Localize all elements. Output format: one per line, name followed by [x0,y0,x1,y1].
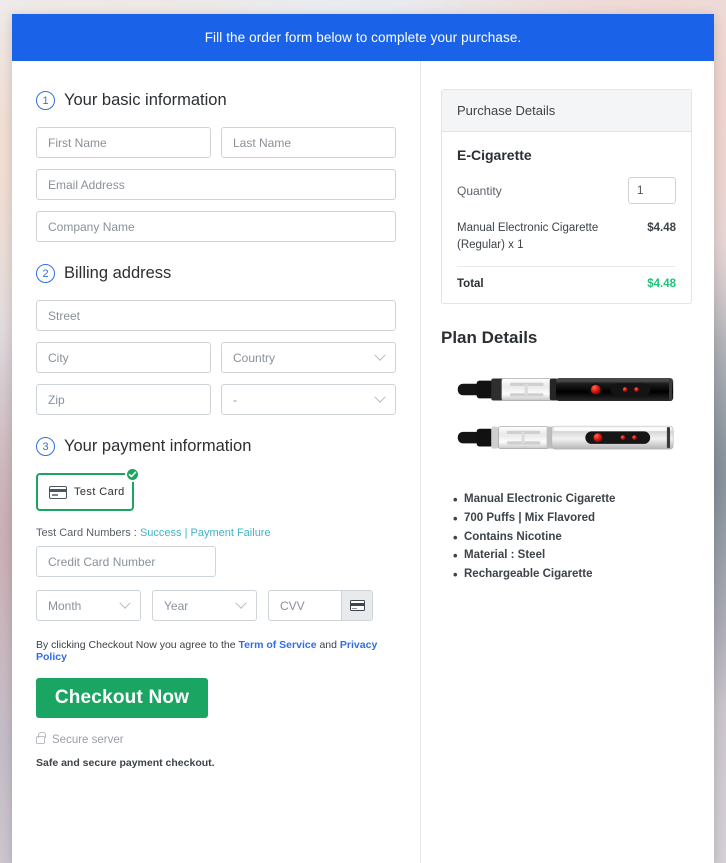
street-row: Street [36,300,396,331]
list-item: Manual Electronic Cigarette [453,489,692,510]
cvv-field-group[interactable]: CVV [268,590,373,621]
quantity-input[interactable]: 1 [628,177,676,204]
cvv-input[interactable]: CVV [269,591,341,620]
company-row: Company Name [36,211,396,242]
quantity-row: Quantity 1 [457,177,676,204]
expiry-month-select[interactable]: Month [36,590,141,621]
test-card-option-label: Test Card [74,486,125,498]
chevron-down-icon [119,597,131,609]
checkout-now-button[interactable]: Checkout Now [36,678,208,718]
section-heading-billing-address: 2 Billing address [36,264,396,283]
email-input[interactable]: Email Address [36,169,396,200]
line-item-amount: $4.48 [647,222,676,234]
section-title-payment-information: Your payment information [64,437,252,455]
expiry-year-value: Year [164,598,189,613]
terms-conjunction: and [319,639,337,651]
order-form-column: 1 Your basic information First Name Last… [12,61,421,863]
terms-text: By clicking Checkout Now you agree to th… [36,639,396,663]
city-country-row: City Country [36,342,396,373]
state-select-value: - [233,392,237,407]
line-item-row: Manual Electronic Cigarette (Regular) x … [457,220,676,268]
list-item: Contains Nicotine [453,527,692,548]
safe-checkout-note: Safe and secure payment checkout. [36,757,215,769]
quantity-label: Quantity [457,183,502,198]
terms-of-service-link[interactable]: Term of Service [239,639,317,651]
expiry-year-select[interactable]: Year [152,590,257,621]
section-title-billing-address: Billing address [64,264,172,282]
list-item: Rechargeable Cigarette [453,564,692,585]
cvv-card-icon-box [341,591,372,620]
secure-server-note: Secure server [36,732,396,746]
company-name-input[interactable]: Company Name [36,211,396,242]
expiry-month-value: Month [48,598,82,613]
card-number-row: Credit Card Number [36,546,396,577]
country-select[interactable]: Country [221,342,396,373]
test-card-failure-link[interactable]: Payment Failure [191,527,271,539]
section-heading-payment-information: 3 Your payment information [36,437,396,456]
list-item: 700 Puffs | Mix Flavored [453,508,692,529]
country-select-value: Country [233,350,276,365]
plan-details-title: Plan Details [441,328,538,348]
test-card-numbers-label: Test Card Numbers : [36,527,137,539]
secure-server-label: Secure server [52,734,124,746]
step-number-3: 3 [36,437,55,456]
state-select[interactable]: - [221,384,396,415]
total-row: Total $4.48 [457,267,676,290]
street-input[interactable]: Street [36,300,396,331]
plan-features-list: Manual Electronic Cigarette 700 Puffs | … [441,489,692,585]
first-name-input[interactable]: First Name [36,127,211,158]
zip-state-row: Zip - [36,384,396,415]
city-input[interactable]: City [36,342,211,373]
total-amount: $4.48 [647,278,676,291]
step-number-1: 1 [36,91,55,110]
page-banner: Fill the order form below to complete yo… [12,14,714,61]
product-image [457,378,674,450]
product-name: E-Cigarette [457,147,532,163]
expiry-cvv-row: Month Year CVV [36,590,396,621]
purchase-details-card: Purchase Details E-Cigarette Quantity 1 … [441,89,692,305]
chevron-down-icon [374,349,386,361]
zip-input[interactable]: Zip [36,384,211,415]
total-label: Total [457,278,484,291]
section-title-basic-information: Your basic information [64,91,227,109]
name-row: First Name Last Name [36,127,396,158]
list-item: Material : Steel [453,545,692,566]
test-card-success-link[interactable]: Success [140,527,182,539]
credit-card-icon [349,600,365,611]
terms-prefix: By clicking Checkout Now you agree to th… [36,639,236,651]
summary-column: Purchase Details E-Cigarette Quantity 1 … [421,61,714,863]
page-content: 1 Your basic information First Name Last… [12,61,714,863]
last-name-input[interactable]: Last Name [221,127,396,158]
check-circle-icon [125,467,140,482]
credit-card-number-input[interactable]: Credit Card Number [36,546,216,577]
purchase-details-header: Purchase Details [442,90,691,132]
purchase-details-body: E-Cigarette Quantity 1 Manual Electronic… [442,132,691,303]
checkout-page: Fill the order form below to complete yo… [12,14,714,863]
lock-icon [36,732,47,744]
line-item-description: Manual Electronic Cigarette (Regular) x … [457,222,599,251]
test-card-numbers-line: Test Card Numbers : Success | Payment Fa… [36,527,396,539]
link-separator: | [184,527,188,539]
credit-card-icon [49,485,67,499]
banner-text: Fill the order form below to complete yo… [204,30,522,45]
chevron-down-icon [374,391,386,403]
email-row: Email Address [36,169,396,200]
chevron-down-icon [235,597,247,609]
section-heading-basic-information: 1 Your basic information [36,91,396,110]
test-card-option[interactable]: Test Card [36,467,140,511]
step-number-2: 2 [36,264,55,283]
